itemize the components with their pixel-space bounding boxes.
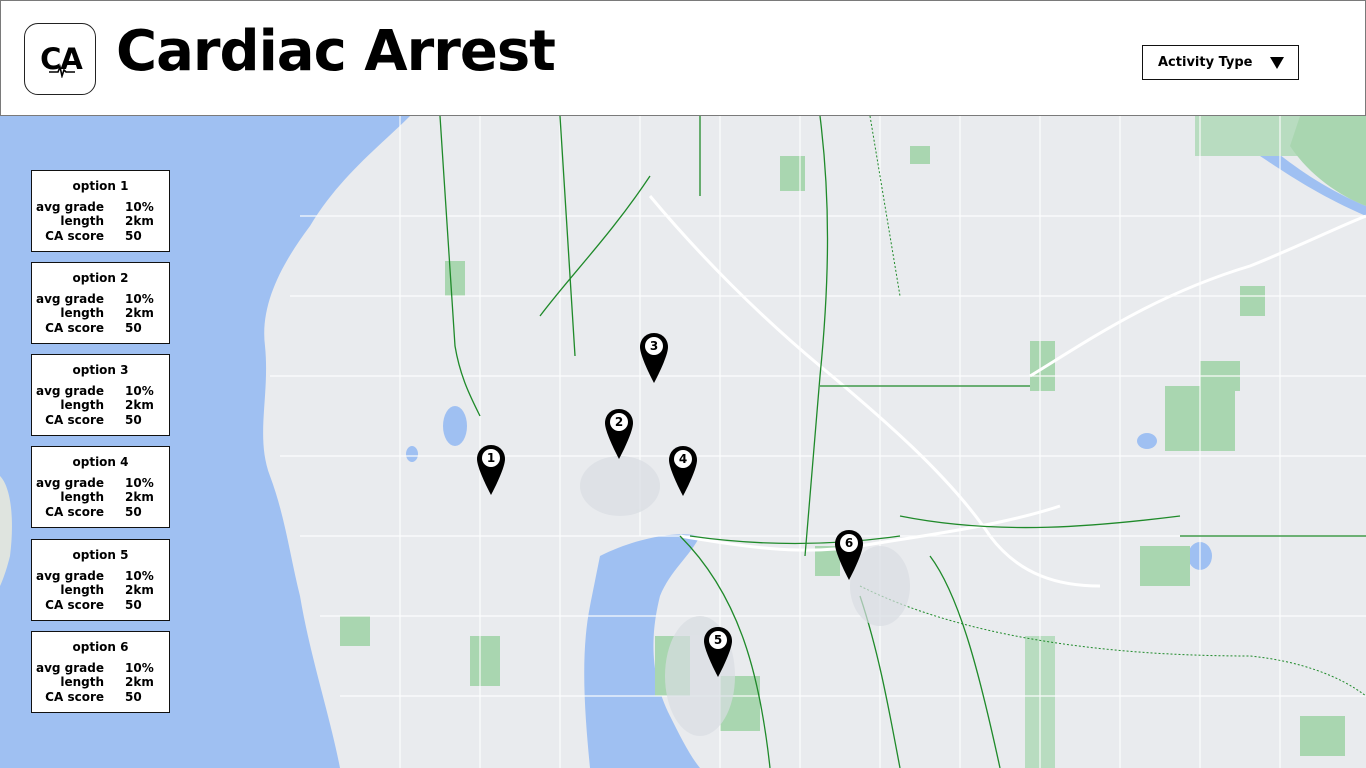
page-title: Cardiac Arrest xyxy=(116,19,556,84)
app-logo: CA xyxy=(24,23,96,95)
score-value: 50 xyxy=(125,321,142,335)
avg-grade-value: 10% xyxy=(125,661,154,675)
score-label: CA score xyxy=(45,321,104,335)
map-background xyxy=(0,116,1366,768)
option-title: option 6 xyxy=(72,640,129,654)
pin-label: 1 xyxy=(486,451,496,465)
length-row: length 2km xyxy=(32,675,169,690)
avg-grade-label: avg grade xyxy=(35,569,104,583)
score-row: CA score 50 xyxy=(32,321,169,336)
heartbeat-icon xyxy=(49,64,75,78)
length-row: length 2km xyxy=(32,583,169,598)
avg-grade-value: 10% xyxy=(125,292,154,306)
length-row: length 2km xyxy=(32,306,169,321)
score-label: CA score xyxy=(45,690,104,704)
length-row: length 2km xyxy=(32,214,169,229)
avg-grade-row: avg grade 10% xyxy=(32,476,169,491)
option-title: option 3 xyxy=(72,363,129,377)
option-card-1[interactable]: option 1 avg grade 10% length 2km CA score… xyxy=(31,170,170,252)
length-value: 2km xyxy=(125,306,154,320)
pin-label: 4 xyxy=(678,452,688,466)
option-title: option 2 xyxy=(72,271,129,285)
score-row: CA score 50 xyxy=(32,229,169,244)
pin-label: 6 xyxy=(844,536,854,550)
avg-grade-label: avg grade xyxy=(35,661,104,675)
option-card-3[interactable]: option 3 avg grade 10% length 2km CA score… xyxy=(31,354,170,436)
option-card-6[interactable]: option 6 avg grade 10% length 2km CA score… xyxy=(31,631,170,713)
length-row: length 2km xyxy=(32,398,169,413)
score-label: CA score xyxy=(45,598,104,612)
length-label: length xyxy=(60,306,104,320)
length-value: 2km xyxy=(125,490,154,504)
caret-down-icon xyxy=(1270,57,1284,69)
length-value: 2km xyxy=(125,675,154,689)
map-pin-6[interactable]: 6 xyxy=(834,529,864,581)
option-card-5[interactable]: option 5 avg grade 10% length 2km CA score… xyxy=(31,539,170,621)
avg-grade-row: avg grade 10% xyxy=(32,200,169,215)
map-pin-4[interactable]: 4 xyxy=(668,445,698,497)
option-card-4[interactable]: option 4 avg grade 10% length 2km CA score… xyxy=(31,446,170,528)
length-label: length xyxy=(60,583,104,597)
pin-label: 3 xyxy=(649,339,659,353)
avg-grade-value: 10% xyxy=(125,384,154,398)
score-value: 50 xyxy=(125,505,142,519)
length-label: length xyxy=(60,675,104,689)
activity-type-label: Activity Type xyxy=(1158,55,1253,70)
length-value: 2km xyxy=(125,214,154,228)
score-row: CA score 50 xyxy=(32,598,169,613)
app-header: CA Cardiac Arrest Activity Type xyxy=(0,0,1366,116)
score-value: 50 xyxy=(125,690,142,704)
score-label: CA score xyxy=(45,505,104,519)
avg-grade-label: avg grade xyxy=(35,384,104,398)
score-row: CA score 50 xyxy=(32,413,169,428)
pin-label: 2 xyxy=(614,415,624,429)
length-label: length xyxy=(60,490,104,504)
score-value: 50 xyxy=(125,229,142,243)
score-value: 50 xyxy=(125,413,142,427)
map-view[interactable]: 1 2 3 4 5 6 xyxy=(0,116,1366,768)
avg-grade-row: avg grade 10% xyxy=(32,292,169,307)
map-pin-5[interactable]: 5 xyxy=(703,626,733,678)
avg-grade-value: 10% xyxy=(125,200,154,214)
length-label: length xyxy=(60,398,104,412)
avg-grade-value: 10% xyxy=(125,476,154,490)
activity-type-dropdown[interactable]: Activity Type xyxy=(1142,45,1299,80)
score-label: CA score xyxy=(45,229,104,243)
score-value: 50 xyxy=(125,598,142,612)
map-pin-2[interactable]: 2 xyxy=(604,408,634,460)
length-label: length xyxy=(60,214,104,228)
avg-grade-label: avg grade xyxy=(35,200,104,214)
score-label: CA score xyxy=(45,413,104,427)
avg-grade-row: avg grade 10% xyxy=(32,661,169,676)
pin-label: 5 xyxy=(713,633,723,647)
score-row: CA score 50 xyxy=(32,505,169,520)
option-title: option 5 xyxy=(72,548,129,562)
avg-grade-label: avg grade xyxy=(35,476,104,490)
length-row: length 2km xyxy=(32,490,169,505)
option-title: option 4 xyxy=(72,455,129,469)
option-title: option 1 xyxy=(72,179,129,193)
map-pin-1[interactable]: 1 xyxy=(476,444,506,496)
option-card-2[interactable]: option 2 avg grade 10% length 2km CA score… xyxy=(31,262,170,344)
score-row: CA score 50 xyxy=(32,690,169,705)
avg-grade-value: 10% xyxy=(125,569,154,583)
map-pin-3[interactable]: 3 xyxy=(639,332,669,384)
avg-grade-label: avg grade xyxy=(35,292,104,306)
length-value: 2km xyxy=(125,398,154,412)
avg-grade-row: avg grade 10% xyxy=(32,569,169,584)
avg-grade-row: avg grade 10% xyxy=(32,384,169,399)
length-value: 2km xyxy=(125,583,154,597)
